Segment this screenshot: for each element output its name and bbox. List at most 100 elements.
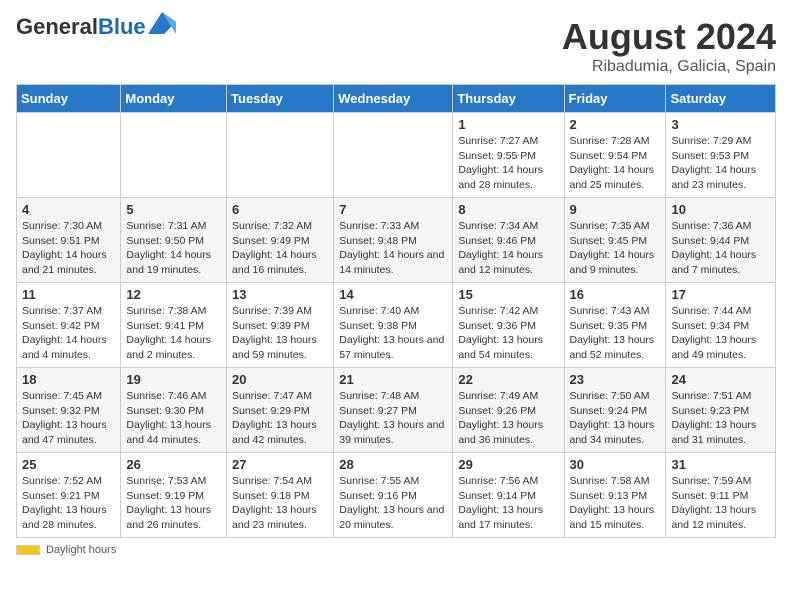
header: GeneralBlue August 2024 Ribadumia, Galic… [16, 16, 776, 76]
day-number: 28 [339, 457, 447, 472]
day-number: 3 [671, 117, 770, 132]
day-info: Sunrise: 7:56 AMSunset: 9:14 PMDaylight:… [458, 474, 558, 533]
calendar: SundayMondayTuesdayWednesdayThursdayFrid… [16, 84, 776, 538]
calendar-week-row: 4Sunrise: 7:30 AMSunset: 9:51 PMDaylight… [17, 198, 776, 283]
day-number: 17 [671, 287, 770, 302]
calendar-cell: 18Sunrise: 7:45 AMSunset: 9:32 PMDayligh… [17, 368, 121, 453]
day-number: 31 [671, 457, 770, 472]
calendar-cell: 28 Sunrise: 7:55 AMSunset: 9:16 PMDayligh… [334, 453, 453, 538]
calendar-week-row: 1 Sunrise: 7:27 AMSunset: 9:55 PMDaylight… [17, 113, 776, 198]
weekday-header: Thursday [453, 85, 564, 113]
calendar-cell: 24 Sunrise: 7:51 AMSunset: 9:23 PMDayligh… [666, 368, 776, 453]
day-info: Sunrise: 7:27 AMSunset: 9:55 PMDaylight:… [458, 134, 558, 193]
calendar-cell: 14Sunrise: 7:40 AMSunset: 9:38 PMDayligh… [334, 283, 453, 368]
calendar-cell: 2 Sunrise: 7:28 AMSunset: 9:54 PMDaylight… [564, 113, 666, 198]
calendar-cell: 23 Sunrise: 7:50 AMSunset: 9:24 PMDayligh… [564, 368, 666, 453]
day-info: Sunrise: 7:46 AMSunset: 9:30 PMDaylight:… [126, 389, 221, 448]
main-title: August 2024 [562, 16, 776, 58]
calendar-cell: 25 Sunrise: 7:52 AMSunset: 9:21 PMDayligh… [17, 453, 121, 538]
day-info: Sunrise: 7:32 AMSunset: 9:49 PMDaylight:… [232, 219, 328, 278]
calendar-week-row: 11Sunrise: 7:37 AMSunset: 9:42 PMDayligh… [17, 283, 776, 368]
logo-text: GeneralBlue [16, 16, 146, 38]
day-number: 6 [232, 202, 328, 217]
calendar-header-row: SundayMondayTuesdayWednesdayThursdayFrid… [17, 85, 776, 113]
day-info: Sunrise: 7:39 AMSunset: 9:39 PMDaylight:… [232, 304, 328, 363]
day-number: 1 [458, 117, 558, 132]
logo: GeneralBlue [16, 16, 176, 38]
logo-general: General [16, 14, 98, 39]
day-info: Sunrise: 7:33 AMSunset: 9:48 PMDaylight:… [339, 219, 447, 278]
day-number: 16 [570, 287, 661, 302]
day-number: 24 [671, 372, 770, 387]
day-info: Sunrise: 7:28 AMSunset: 9:54 PMDaylight:… [570, 134, 661, 193]
day-number: 2 [570, 117, 661, 132]
logo-blue: Blue [98, 14, 146, 39]
weekday-header: Friday [564, 85, 666, 113]
day-info: Sunrise: 7:29 AMSunset: 9:53 PMDaylight:… [671, 134, 770, 193]
day-info: Sunrise: 7:53 AMSunset: 9:19 PMDaylight:… [126, 474, 221, 533]
day-info: Sunrise: 7:51 AMSunset: 9:23 PMDaylight:… [671, 389, 770, 448]
day-number: 22 [458, 372, 558, 387]
daylight-label: Daylight hours [46, 544, 116, 556]
calendar-cell: 6 Sunrise: 7:32 AMSunset: 9:49 PMDaylight… [227, 198, 334, 283]
day-info: Sunrise: 7:31 AMSunset: 9:50 PMDaylight:… [126, 219, 221, 278]
calendar-cell: 27Sunrise: 7:54 AMSunset: 9:18 PMDayligh… [227, 453, 334, 538]
day-info: Sunrise: 7:38 AMSunset: 9:41 PMDaylight:… [126, 304, 221, 363]
daylight-bar-icon [16, 545, 40, 555]
day-number: 5 [126, 202, 221, 217]
day-info: Sunrise: 7:52 AMSunset: 9:21 PMDaylight:… [22, 474, 115, 533]
calendar-cell: 13 Sunrise: 7:39 AMSunset: 9:39 PMDayligh… [227, 283, 334, 368]
calendar-cell [227, 113, 334, 198]
footer-note: Daylight hours [16, 544, 776, 556]
weekday-header: Monday [121, 85, 227, 113]
day-info: Sunrise: 7:55 AMSunset: 9:16 PMDaylight:… [339, 474, 447, 533]
day-info: Sunrise: 7:54 AMSunset: 9:18 PMDaylight:… [232, 474, 328, 533]
day-info: Sunrise: 7:58 AMSunset: 9:13 PMDaylight:… [570, 474, 661, 533]
calendar-cell: 4Sunrise: 7:30 AMSunset: 9:51 PMDaylight… [17, 198, 121, 283]
calendar-cell: 29 Sunrise: 7:56 AMSunset: 9:14 PMDayligh… [453, 453, 564, 538]
day-number: 13 [232, 287, 328, 302]
day-info: Sunrise: 7:36 AMSunset: 9:44 PMDaylight:… [671, 219, 770, 278]
day-number: 23 [570, 372, 661, 387]
day-info: Sunrise: 7:59 AMSunset: 9:11 PMDaylight:… [671, 474, 770, 533]
calendar-cell: 7Sunrise: 7:33 AMSunset: 9:48 PMDaylight… [334, 198, 453, 283]
day-info: Sunrise: 7:49 AMSunset: 9:26 PMDaylight:… [458, 389, 558, 448]
day-info: Sunrise: 7:47 AMSunset: 9:29 PMDaylight:… [232, 389, 328, 448]
day-info: Sunrise: 7:30 AMSunset: 9:51 PMDaylight:… [22, 219, 115, 278]
calendar-cell: 17Sunrise: 7:44 AMSunset: 9:34 PMDayligh… [666, 283, 776, 368]
calendar-cell: 9Sunrise: 7:35 AMSunset: 9:45 PMDaylight… [564, 198, 666, 283]
title-area: August 2024 Ribadumia, Galicia, Spain [562, 16, 776, 76]
day-info: Sunrise: 7:34 AMSunset: 9:46 PMDaylight:… [458, 219, 558, 278]
day-number: 10 [671, 202, 770, 217]
calendar-cell: 15Sunrise: 7:42 AMSunset: 9:36 PMDayligh… [453, 283, 564, 368]
calendar-cell: 30 Sunrise: 7:58 AMSunset: 9:13 PMDayligh… [564, 453, 666, 538]
calendar-cell: 12 Sunrise: 7:38 AMSunset: 9:41 PMDayligh… [121, 283, 227, 368]
day-number: 30 [570, 457, 661, 472]
day-number: 29 [458, 457, 558, 472]
day-info: Sunrise: 7:48 AMSunset: 9:27 PMDaylight:… [339, 389, 447, 448]
day-number: 8 [458, 202, 558, 217]
calendar-cell: 8 Sunrise: 7:34 AMSunset: 9:46 PMDaylight… [453, 198, 564, 283]
calendar-cell [121, 113, 227, 198]
weekday-header: Sunday [17, 85, 121, 113]
day-number: 18 [22, 372, 115, 387]
calendar-cell: 31 Sunrise: 7:59 AMSunset: 9:11 PMDayligh… [666, 453, 776, 538]
day-info: Sunrise: 7:43 AMSunset: 9:35 PMDaylight:… [570, 304, 661, 363]
weekday-header: Tuesday [227, 85, 334, 113]
day-number: 14 [339, 287, 447, 302]
calendar-cell: 1 Sunrise: 7:27 AMSunset: 9:55 PMDaylight… [453, 113, 564, 198]
day-number: 12 [126, 287, 221, 302]
day-number: 20 [232, 372, 328, 387]
calendar-cell: 22 Sunrise: 7:49 AMSunset: 9:26 PMDayligh… [453, 368, 564, 453]
calendar-cell: 19Sunrise: 7:46 AMSunset: 9:30 PMDayligh… [121, 368, 227, 453]
logo-icon [148, 12, 176, 34]
day-number: 26 [126, 457, 221, 472]
day-info: Sunrise: 7:50 AMSunset: 9:24 PMDaylight:… [570, 389, 661, 448]
sub-title: Ribadumia, Galicia, Spain [562, 58, 776, 76]
day-number: 25 [22, 457, 115, 472]
calendar-cell [17, 113, 121, 198]
calendar-cell: 11Sunrise: 7:37 AMSunset: 9:42 PMDayligh… [17, 283, 121, 368]
calendar-cell: 3 Sunrise: 7:29 AMSunset: 9:53 PMDaylight… [666, 113, 776, 198]
calendar-week-row: 18Sunrise: 7:45 AMSunset: 9:32 PMDayligh… [17, 368, 776, 453]
calendar-cell: 10 Sunrise: 7:36 AMSunset: 9:44 PMDayligh… [666, 198, 776, 283]
